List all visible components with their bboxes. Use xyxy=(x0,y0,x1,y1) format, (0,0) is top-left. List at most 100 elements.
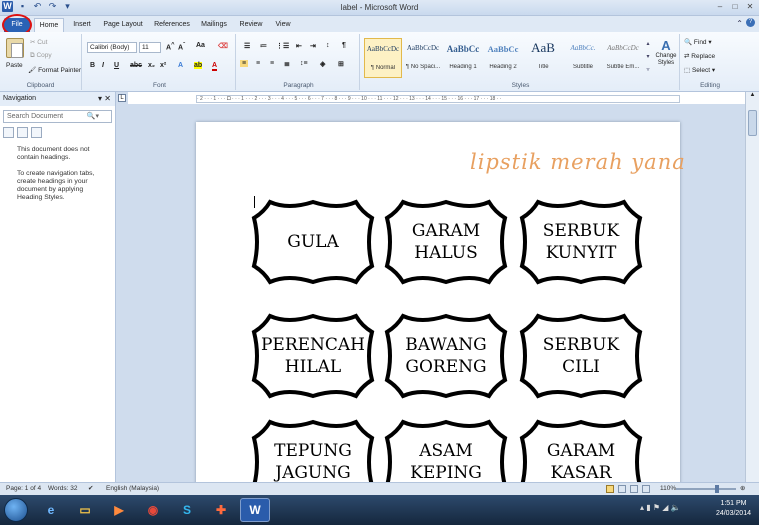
align-left-button[interactable]: ≡ xyxy=(240,60,249,67)
proofing-icon[interactable]: ✔ xyxy=(88,483,93,495)
sort-button[interactable]: ↕ xyxy=(326,42,330,49)
word-count[interactable]: Words: 32 xyxy=(48,483,78,495)
paste-button[interactable]: Paste xyxy=(6,62,23,69)
zoom-in-icon[interactable]: ⊕ xyxy=(740,483,745,495)
spice-label[interactable]: PERENCAH HILAL xyxy=(250,312,376,400)
style-title[interactable]: AaB Title xyxy=(524,38,562,78)
maximize-button[interactable]: □ xyxy=(728,1,742,12)
select-label: Select xyxy=(691,67,711,74)
page-count[interactable]: Page: 1 of 4 xyxy=(6,483,41,495)
print-layout-view-icon[interactable] xyxy=(606,485,614,493)
search-icon[interactable]: 🔍▾ xyxy=(87,111,99,122)
style-heading-1[interactable]: AaBbCc Heading 1 xyxy=(444,38,482,78)
help-icon[interactable]: ? xyxy=(746,18,755,27)
superscript-button[interactable]: x² xyxy=(160,62,166,69)
style-no-spacing[interactable]: AaBbCcDc ¶ No Spaci... xyxy=(404,38,442,78)
word-taskbar-icon[interactable]: W xyxy=(240,498,270,522)
paste-icon[interactable] xyxy=(6,38,24,58)
shading-button[interactable]: ◈ xyxy=(320,60,325,68)
show-marks-button[interactable]: ¶ xyxy=(342,42,346,49)
change-styles-icon: A xyxy=(661,38,671,53)
spice-label[interactable]: BAWANG GORENG xyxy=(383,312,509,400)
close-button[interactable]: ✕ xyxy=(743,1,757,12)
browse-results-icon[interactable] xyxy=(31,127,42,138)
media-player-icon[interactable]: ▶ xyxy=(104,498,134,522)
web-layout-view-icon[interactable] xyxy=(630,485,638,493)
skype-icon[interactable]: S xyxy=(172,498,202,522)
subscript-button[interactable]: x₂ xyxy=(148,62,155,69)
media-center-icon[interactable]: ✚ xyxy=(206,498,236,522)
change-case-button[interactable]: Aa xyxy=(196,42,205,49)
tab-review[interactable]: Review xyxy=(236,18,266,32)
chrome-icon[interactable]: ◉ xyxy=(138,498,168,522)
grow-font-button[interactable]: A^ xyxy=(166,42,174,51)
replace-button[interactable]: ⇄ Replace xyxy=(684,52,715,60)
tab-mailings[interactable]: Mailings xyxy=(198,18,230,32)
draft-view-icon[interactable] xyxy=(642,485,650,493)
text-effects-button[interactable]: A xyxy=(178,62,183,69)
tab-home[interactable]: Home xyxy=(34,18,64,32)
tab-selector-icon[interactable]: L xyxy=(118,94,126,102)
multilevel-list-button[interactable]: ⋮☰ xyxy=(276,42,289,50)
tab-page-layout[interactable]: Page Layout xyxy=(100,18,146,32)
italic-button[interactable]: I xyxy=(102,62,104,69)
underline-button[interactable]: U xyxy=(114,62,119,69)
vertical-scrollbar[interactable]: ▲ xyxy=(745,92,759,482)
zoom-slider-thumb[interactable] xyxy=(715,485,719,493)
increase-indent-button[interactable]: ⇥ xyxy=(310,42,316,50)
find-button[interactable]: 🔍 Find ▾ xyxy=(684,38,712,46)
bullets-button[interactable]: ☰ xyxy=(244,42,250,50)
full-screen-view-icon[interactable] xyxy=(618,485,626,493)
align-right-button[interactable]: ≡ xyxy=(270,60,274,67)
start-button[interactable] xyxy=(4,498,28,522)
change-styles-button[interactable]: A Change Styles xyxy=(654,38,678,67)
font-size-select[interactable]: 11 xyxy=(139,42,161,53)
cut-button[interactable]: ✂ Cut xyxy=(30,38,47,46)
format-painter-button[interactable]: 🖌 Format Painter xyxy=(28,66,81,74)
system-clock[interactable]: 1:51 PM 24/03/2014 xyxy=(716,499,751,519)
internet-explorer-icon[interactable]: e xyxy=(36,498,66,522)
minimize-ribbon-icon[interactable]: ⌃ xyxy=(736,19,743,28)
bold-button[interactable]: B xyxy=(90,62,95,69)
tab-insert[interactable]: Insert xyxy=(68,18,96,32)
spice-label[interactable]: GARAM HALUS xyxy=(383,198,509,286)
browse-headings-icon[interactable] xyxy=(3,127,14,138)
file-explorer-icon[interactable]: ▭ xyxy=(70,498,100,522)
copy-button[interactable]: ⧉ Copy xyxy=(30,52,52,60)
font-family-select[interactable]: Calibri (Body) xyxy=(87,42,137,53)
numbering-button[interactable]: ≔ xyxy=(260,42,267,50)
style-subtitle[interactable]: AaBbCc. Subtitle xyxy=(564,38,602,78)
borders-button[interactable]: ⊞ xyxy=(338,60,344,68)
spice-label[interactable]: GULA xyxy=(250,198,376,286)
tab-references[interactable]: References xyxy=(150,18,194,32)
language-indicator[interactable]: English (Malaysia) xyxy=(106,483,159,495)
minimize-button[interactable]: – xyxy=(713,1,727,12)
line-spacing-button[interactable]: ↕≡ xyxy=(300,60,308,67)
style-subtle-emphasis[interactable]: AaBbCcDc Subtle Em... xyxy=(604,38,642,78)
justify-button[interactable]: ≣ xyxy=(284,60,290,68)
system-tray[interactable]: ▴ ▮ ⚑ ◢ 🔈 xyxy=(640,503,681,512)
scroll-up-icon[interactable]: ▲ xyxy=(746,92,759,98)
spice-label[interactable]: SERBUK CILI xyxy=(518,312,644,400)
search-document-input[interactable]: Search Document 🔍▾ xyxy=(3,110,112,123)
style-heading-2[interactable]: AaBbCc Heading 2 xyxy=(484,38,522,78)
horizontal-ruler[interactable]: · 2 · · · 1 · · · 🞐 · · · 1 · · · 2 · · … xyxy=(196,95,680,103)
style-normal[interactable]: AaBbCcDc ¶ Normal xyxy=(364,38,402,78)
label-text: GULA xyxy=(287,232,339,252)
scrollbar-thumb[interactable] xyxy=(748,110,757,136)
spice-label[interactable]: SERBUK KUNYIT xyxy=(518,198,644,286)
tab-view[interactable]: View xyxy=(270,18,296,32)
align-center-button[interactable]: ≡ xyxy=(256,60,260,67)
clear-formatting-button[interactable]: ⌫ xyxy=(218,42,228,50)
strikethrough-button[interactable]: abc xyxy=(130,62,142,69)
font-color-button[interactable]: A xyxy=(212,62,218,71)
styles-scroll-icon[interactable]: ▴ ▾ ▿ xyxy=(644,38,652,78)
shrink-font-button[interactable]: Aˇ xyxy=(178,42,185,51)
highlight-button[interactable]: ab xyxy=(194,62,203,69)
browse-pages-icon[interactable] xyxy=(17,127,28,138)
zoom-level[interactable]: 110% xyxy=(660,483,676,495)
zoom-slider[interactable] xyxy=(676,488,736,490)
select-button[interactable]: ⬚ Select ▾ xyxy=(684,66,715,74)
decrease-indent-button[interactable]: ⇤ xyxy=(296,42,302,50)
close-navigation-icon[interactable]: ▾ ✕ xyxy=(98,92,111,106)
